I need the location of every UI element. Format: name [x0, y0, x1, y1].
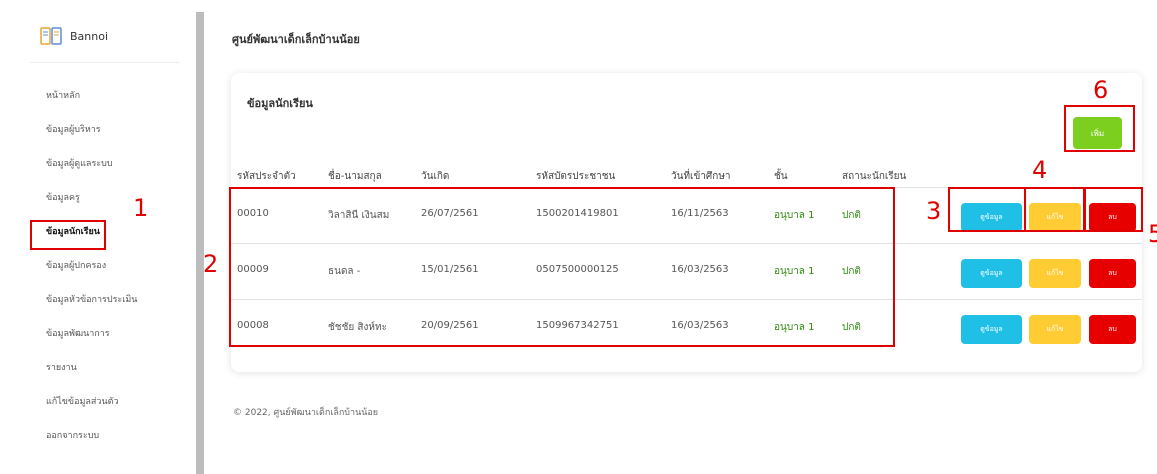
book-icon — [40, 27, 62, 45]
delete-button[interactable]: ลบ — [1089, 203, 1136, 232]
sidebar-item-admins[interactable]: ข้อมูลผู้ดูแลระบบ — [46, 156, 137, 190]
annotation-number-6: 6 — [1093, 76, 1109, 104]
column-header: รหัสประจำตัว — [237, 171, 296, 182]
sidebar-item-development[interactable]: ข้อมูลพัฒนาการ — [46, 326, 137, 360]
delete-button[interactable]: ลบ — [1089, 315, 1136, 344]
enroll-date: 16/03/2563 — [671, 264, 729, 275]
student-id: 00010 — [237, 208, 269, 219]
column-header: วันเกิด — [421, 171, 450, 182]
enroll-date: 16/11/2563 — [671, 208, 729, 219]
brand[interactable]: Bannoi — [40, 27, 108, 45]
students-card: ข้อมูลนักเรียน เพิ่ม รหัสประจำตัว ชื่อ-น… — [231, 73, 1142, 372]
annotation-number-4: 4 — [1032, 156, 1048, 184]
table-row: 00010 วิลาสินี เงินสม 26/07/2561 1500201… — [231, 187, 1142, 243]
student-id: 00008 — [237, 320, 269, 331]
column-header: รหัสบัตรประชาชน — [536, 171, 616, 182]
edit-button[interactable]: แก้ไข — [1029, 203, 1081, 232]
sidebar-scrollbar[interactable] — [196, 12, 204, 474]
sidebar-item-executives[interactable]: ข้อมูลผู้บริหาร — [46, 122, 137, 156]
brand-name: Bannoi — [70, 29, 109, 43]
table-row: 00009 ธนดล - 15/01/2561 0507500000125 16… — [231, 243, 1142, 299]
sidebar: Bannoi หน้าหลัก ข้อมูลผู้บริหาร ข้อมูลผู… — [0, 0, 196, 474]
student-name: ธนดล - — [328, 266, 361, 277]
student-dob: 15/01/2561 — [421, 264, 479, 275]
grade: อนุบาล 1 — [774, 266, 815, 277]
sidebar-item-home[interactable]: หน้าหลัก — [46, 88, 137, 122]
edit-button[interactable]: แก้ไข — [1029, 259, 1081, 288]
view-info-button[interactable]: ดูข้อมูล — [961, 315, 1022, 344]
citizen-id: 1500201419801 — [536, 208, 619, 219]
annotation-number-1: 1 — [133, 194, 149, 222]
enroll-date: 16/03/2563 — [671, 320, 729, 331]
annotation-number-3: 3 — [926, 197, 942, 225]
sidebar-item-teachers[interactable]: ข้อมูลครู — [46, 190, 137, 224]
student-name: วิลาสินี เงินสม — [328, 210, 390, 221]
view-info-button[interactable]: ดูข้อมูล — [961, 203, 1022, 232]
sidebar-item-reports[interactable]: รายงาน — [46, 360, 137, 394]
grade: อนุบาล 1 — [774, 210, 815, 221]
sidebar-item-assessment-topics[interactable]: ข้อมูลหัวข้อการประเมิน — [46, 292, 137, 326]
column-header: สถานะนักเรียน — [842, 171, 907, 182]
student-status: ปกติ — [842, 322, 861, 333]
delete-button[interactable]: ลบ — [1089, 259, 1136, 288]
sidebar-item-edit-profile[interactable]: แก้ไขข้อมูลส่วนตัว — [46, 394, 137, 428]
column-header: ชื่อ-นามสกุล — [328, 171, 382, 182]
student-dob: 20/09/2561 — [421, 320, 479, 331]
student-status: ปกติ — [842, 210, 861, 221]
view-info-button[interactable]: ดูข้อมูล — [961, 259, 1022, 288]
citizen-id: 1509967342751 — [536, 320, 619, 331]
student-status: ปกติ — [842, 266, 861, 277]
citizen-id: 0507500000125 — [536, 264, 619, 275]
annotation-number-5: 5 — [1148, 220, 1157, 248]
student-dob: 26/07/2561 — [421, 208, 479, 219]
page-title: ศูนย์พัฒนาเด็กเล็กบ้านน้อย — [232, 33, 360, 46]
sidebar-divider — [30, 62, 180, 63]
card-title: ข้อมูลนักเรียน — [247, 97, 313, 110]
sidebar-item-logout[interactable]: ออกจากระบบ — [46, 428, 137, 462]
grade: อนุบาล 1 — [774, 322, 815, 333]
column-header: ชั้น — [774, 171, 788, 182]
add-student-button[interactable]: เพิ่ม — [1073, 117, 1122, 149]
sidebar-item-guardians[interactable]: ข้อมูลผู้ปกครอง — [46, 258, 137, 292]
column-header: วันที่เข้าศึกษา — [671, 171, 731, 182]
annotation-number-2: 2 — [203, 250, 219, 278]
student-id: 00009 — [237, 264, 269, 275]
table-row: 00008 ชัชชัย สิงห์ทะ 20/09/2561 15099673… — [231, 299, 1142, 355]
table-header: รหัสประจำตัว ชื่อ-นามสกุล วันเกิด รหัสบั… — [231, 169, 1142, 189]
edit-button[interactable]: แก้ไข — [1029, 315, 1081, 344]
student-name: ชัชชัย สิงห์ทะ — [328, 322, 387, 333]
footer-copyright: © 2022, ศูนย์พัฒนาเด็กเล็กบ้านน้อย — [233, 408, 379, 418]
sidebar-item-students[interactable]: ข้อมูลนักเรียน — [46, 224, 137, 258]
sidebar-nav: หน้าหลัก ข้อมูลผู้บริหาร ข้อมูลผู้ดูแลระ… — [46, 88, 137, 462]
